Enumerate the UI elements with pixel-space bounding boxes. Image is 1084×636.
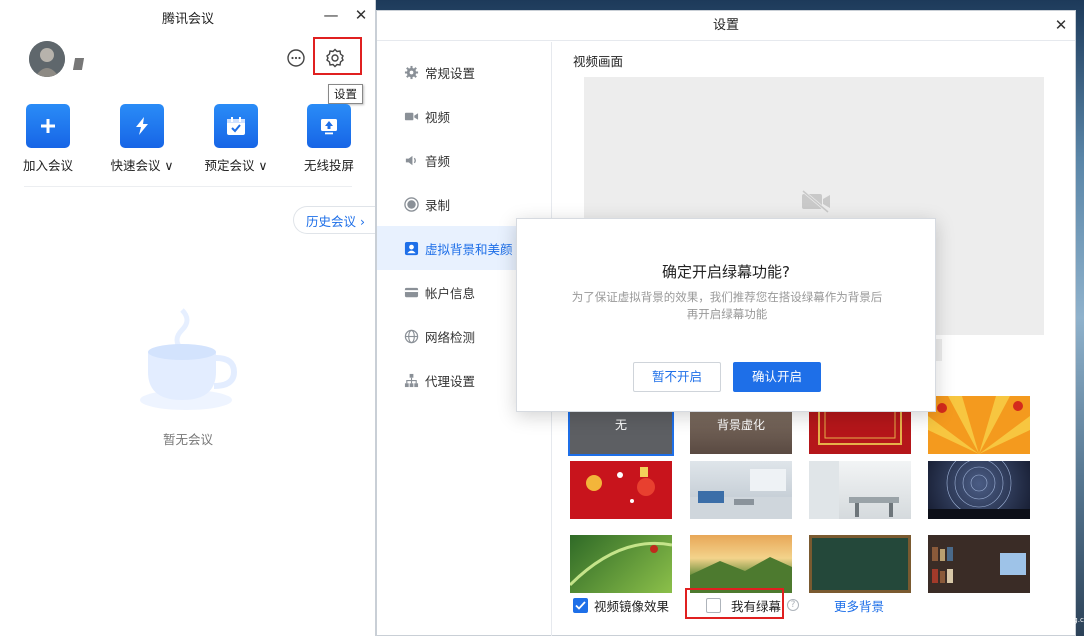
help-icon[interactable]: ? [787, 599, 799, 611]
lounge-image [690, 469, 792, 519]
nav-item-general[interactable]: 常规设置 [377, 50, 551, 94]
globe-icon [403, 328, 419, 344]
background-thumb-office[interactable] [809, 461, 911, 519]
history-meetings-button[interactable]: 历史会议 › [293, 206, 375, 234]
nav-label-video: 视频 [425, 109, 451, 125]
background-thumb-blackboard[interactable] [809, 535, 911, 593]
festive-image [928, 396, 1030, 454]
schedule-meeting-label: 预定会议 ∨ [204, 158, 268, 173]
quick-meeting-label: 快速会议 ∨ [110, 158, 174, 173]
background-thumb-bookshelf[interactable] [928, 535, 1030, 593]
main-window: 腾讯会议 — ✕ 设置 加入会议 快速会议 ∨ 预定会议 ∨ 无线投屏 历史会议… [0, 0, 376, 636]
background-thumb-lounge[interactable] [690, 461, 792, 519]
settings-highlight [313, 37, 362, 75]
mirror-checkbox[interactable] [573, 597, 588, 613]
leaf-image [570, 541, 672, 587]
background-thumb-mountains[interactable] [690, 535, 792, 593]
background-thumb-none-label: 无 [614, 418, 627, 432]
quick-meeting-button[interactable]: 快速会议 ∨ [102, 104, 182, 174]
check-icon [575, 600, 586, 610]
confirm-dialog: 确定开启绿幕功能? 为了保证虚拟背景的效果，我们推荐您在搭设绿幕作为背景后再开启… [516, 218, 936, 412]
settings-close-button[interactable]: ✕ [1051, 15, 1071, 35]
status-indicator [72, 58, 85, 70]
mountains-image [690, 557, 792, 593]
mirror-label: 视频镜像效果 [594, 598, 670, 614]
settings-title: 设置 [377, 11, 1075, 41]
nav-label-network-test: 网络检测 [425, 329, 476, 345]
dialog-cancel-button[interactable]: 暂不开启 [633, 362, 721, 392]
main-close-button[interactable]: ✕ [350, 4, 372, 26]
video-icon [403, 108, 419, 124]
background-thumb-leaf[interactable] [570, 535, 672, 593]
plus-icon [26, 104, 70, 148]
record-icon [403, 196, 419, 212]
portrait-icon [403, 240, 419, 256]
watermark: CC www.52maicong.com [984, 610, 1084, 636]
nav-item-video[interactable]: 视频 [377, 94, 551, 138]
green-screen-highlight [685, 588, 784, 619]
nav-label-virtual-background: 虚拟背景和美颜 [425, 241, 513, 257]
network-icon [403, 372, 419, 388]
empty-meetings-text: 暂无会议 [162, 432, 213, 447]
empty-cup-illustration [140, 308, 238, 410]
gear-icon [403, 64, 419, 80]
section-title: 视频画面 [573, 54, 624, 69]
background-thumb-blur-label: 背景虚化 [716, 418, 765, 432]
divider [24, 186, 352, 187]
settings-tooltip: 设置 [328, 84, 363, 104]
nav-item-audio[interactable]: 音频 [377, 138, 551, 182]
background-thumb-new-year[interactable] [570, 461, 672, 519]
background-thumb-star-trails[interactable] [928, 461, 1030, 519]
lightning-icon [120, 104, 164, 148]
star-trails-image [928, 461, 1030, 519]
background-thumb-festive[interactable] [928, 396, 1030, 454]
camera-off-icon [802, 189, 830, 213]
mirror-option[interactable]: 视频镜像效果 [573, 595, 669, 615]
cast-icon [307, 104, 351, 148]
new-year-image [586, 467, 655, 503]
nav-label-general: 常规设置 [425, 65, 476, 81]
chat-icon[interactable] [285, 47, 307, 69]
nav-label-account: 帐户信息 [425, 285, 476, 301]
speaker-icon [403, 152, 419, 168]
join-meeting-button[interactable]: 加入会议 [8, 104, 88, 174]
watermark-logo: CC [984, 610, 1017, 635]
dialog-confirm-button[interactable]: 确认开启 [733, 362, 821, 392]
watermark-url: www.52maicong.com [1020, 616, 1084, 624]
schedule-meeting-button[interactable]: 预定会议 ∨ [196, 104, 276, 174]
join-meeting-label: 加入会议 [22, 158, 73, 173]
office-image [809, 461, 899, 519]
nav-label-proxy: 代理设置 [425, 373, 476, 389]
wireless-cast-button[interactable]: 无线投屏 [289, 104, 369, 174]
avatar-image [29, 41, 65, 77]
avatar[interactable] [29, 41, 65, 77]
calendar-icon [214, 104, 258, 148]
nav-label-audio: 音频 [425, 153, 451, 169]
card-icon [403, 284, 419, 300]
more-backgrounds-link[interactable]: 更多背景 [834, 595, 884, 615]
minimize-button[interactable]: — [320, 4, 342, 26]
wireless-cast-label: 无线投屏 [303, 158, 354, 173]
dialog-title: 确定开启绿幕功能? [662, 263, 790, 281]
nav-label-record: 录制 [425, 197, 451, 213]
dialog-body: 为了保证虚拟背景的效果，我们推荐您在搭设绿幕作为背景后再开启绿幕功能 [571, 290, 883, 321]
bookshelf-image [932, 547, 1026, 583]
